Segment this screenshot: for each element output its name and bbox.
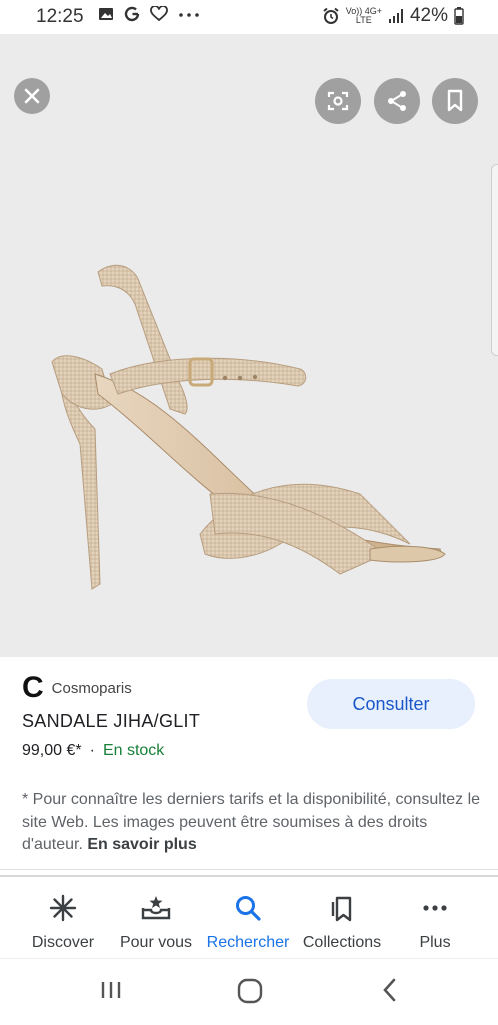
network-bottom: LTE: [355, 15, 372, 25]
nav-plus-label: Plus: [419, 934, 451, 951]
more-dots-icon: [179, 13, 199, 17]
recent-apps-button[interactable]: [98, 977, 124, 1008]
alarm-icon: [323, 7, 339, 24]
network-indicator: Vo)) 4G+ LTE: [346, 7, 382, 25]
nav-discover[interactable]: Discover: [28, 892, 98, 952]
nav-pour-vous-label: Pour vous: [119, 934, 193, 951]
status-time: 12:25: [36, 6, 84, 27]
status-right-icons: Vo)) 4G+ LTE 42%: [322, 5, 464, 27]
consult-button[interactable]: Consulter: [307, 679, 475, 729]
nav-discover-label: Discover: [31, 934, 95, 951]
lens-button[interactable]: [315, 78, 361, 124]
bottom-navigation: Discover Pour vous Rechercher Collection…: [0, 880, 498, 958]
side-panel-handle[interactable]: [491, 164, 498, 356]
share-icon: [388, 91, 406, 111]
nav-collections[interactable]: Collections: [297, 892, 387, 952]
product-image-viewer[interactable]: [0, 34, 498, 657]
share-button[interactable]: [374, 78, 420, 124]
price-separator: ·: [89, 742, 95, 759]
source-row[interactable]: C Cosmoparis: [22, 671, 132, 704]
product-title: SANDALE JIHA/GLIT: [22, 711, 201, 731]
recent-apps-icon: [101, 982, 121, 998]
back-icon: [383, 978, 396, 1002]
home-button[interactable]: [236, 977, 264, 1010]
nav-rechercher[interactable]: Rechercher: [203, 892, 293, 952]
sandal-image: [51, 264, 446, 590]
search-icon: [236, 896, 261, 921]
lens-icon: [327, 91, 349, 111]
price-row: 99,00 €* · En stock: [22, 742, 164, 760]
source-name: Cosmoparis: [51, 679, 132, 697]
status-left-icons: [98, 6, 200, 22]
more-horizontal-icon: [423, 905, 447, 911]
bookmarks-icon: [331, 896, 352, 922]
system-navigation-bar: [0, 958, 498, 1025]
inbox-star-icon: [141, 896, 171, 920]
asterisk-icon: [49, 894, 77, 922]
signal-icon: [388, 9, 403, 23]
status-bar: 12:25 Vo)) 4G+ LTE 42%: [0, 0, 498, 34]
divider: [0, 869, 498, 870]
home-icon: [237, 978, 263, 1004]
disclaimer: * Pour connaître les derniers tarifs et …: [22, 789, 482, 857]
save-button[interactable]: [432, 78, 478, 124]
stock-status: En stock: [102, 742, 165, 759]
nav-plus[interactable]: Plus: [405, 892, 465, 952]
price: 99,00 €*: [22, 742, 82, 759]
image-icon: [99, 8, 113, 20]
nav-rechercher-label: Rechercher: [206, 934, 290, 951]
close-icon: [24, 88, 40, 104]
learn-more-link[interactable]: En savoir plus: [87, 836, 196, 853]
close-button[interactable]: [14, 78, 50, 114]
source-logo: C: [22, 671, 44, 704]
nav-collections-label: Collections: [302, 934, 382, 951]
nav-pour-vous[interactable]: Pour vous: [116, 892, 196, 952]
battery-percent: 42%: [409, 5, 448, 26]
back-button[interactable]: [378, 977, 402, 1008]
heart-icon: [150, 6, 168, 22]
divider: [0, 875, 498, 877]
battery-icon: [454, 7, 464, 25]
bookmark-icon: [447, 89, 463, 112]
google-g-icon: [124, 6, 140, 22]
